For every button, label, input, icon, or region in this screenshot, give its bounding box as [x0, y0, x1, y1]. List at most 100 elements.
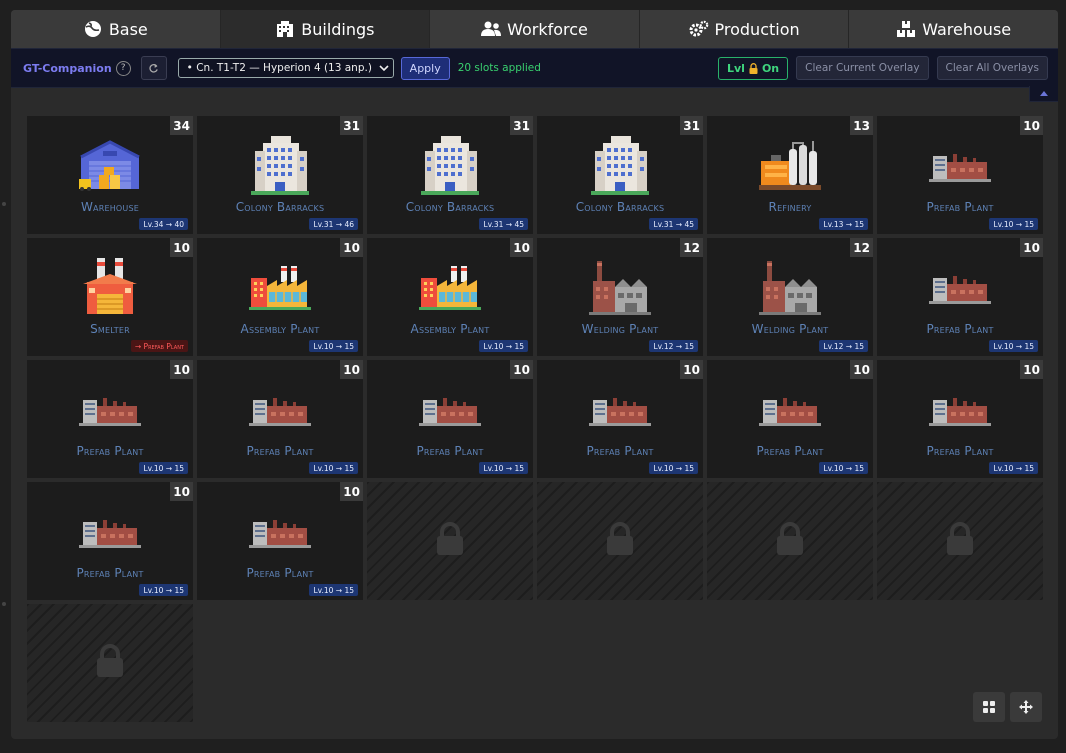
companion-panel: Base Buildings Workforce Production Warehous… — [11, 10, 1058, 739]
chevron-down-icon — [379, 64, 389, 71]
boxes-icon — [896, 19, 916, 39]
users-icon — [481, 19, 502, 39]
building-name: Welding Plant — [751, 322, 829, 336]
building-level-count: 31 — [510, 116, 533, 135]
level-range-badge: Lv.10 → 15 — [479, 462, 528, 474]
building-slot[interactable]: 34 Warehouse Lv.34 → 40 — [27, 116, 193, 234]
lvl-toggle-button[interactable]: Lvl On — [718, 56, 789, 80]
prefab-plant-icon — [927, 380, 993, 438]
clear-current-overlay-button[interactable]: Clear Current Overlay — [796, 56, 929, 80]
building-slot[interactable]: 10 Prefab Plant Lv.10 → 15 — [877, 238, 1043, 356]
building-name: Colony Barracks — [575, 200, 665, 214]
building-slot[interactable]: 31 Colony Barracks Lv.31 → 46 — [197, 116, 363, 234]
level-range-badge: Lv.10 → 15 — [989, 462, 1038, 474]
edge-dot — [2, 602, 6, 606]
locked-slot[interactable] — [537, 482, 703, 600]
refresh-button[interactable] — [140, 56, 167, 80]
prefab-plant-icon — [77, 380, 143, 438]
building-level-count: 10 — [170, 482, 193, 501]
building-name: Prefab Plant — [926, 322, 994, 336]
level-range-badge: Lv.31 → 46 — [309, 218, 358, 230]
tab-buildings[interactable]: Buildings — [220, 10, 431, 48]
building-name: Prefab Plant — [76, 566, 144, 580]
building-name: Prefab Plant — [246, 566, 314, 580]
building-slot[interactable]: 10 Assembly Plant Lv.10 → 15 — [367, 238, 533, 356]
prefab-plant-icon — [927, 258, 993, 316]
assembly-plant-icon — [417, 258, 483, 316]
grid-view-button[interactable] — [973, 692, 1005, 722]
prefab-plant-icon — [247, 502, 313, 560]
locked-slot[interactable] — [27, 604, 193, 722]
building-name: Welding Plant — [581, 322, 659, 336]
building-level-count: 10 — [170, 360, 193, 379]
building-level-count: 13 — [850, 116, 873, 135]
tab-bar: Base Buildings Workforce Production Warehous… — [11, 10, 1058, 48]
building-level-count: 10 — [340, 360, 363, 379]
building-name: Prefab Plant — [926, 444, 994, 458]
building-slot-grid: 34 Warehouse Lv.34 → 40 31 Colony Barracks Lv… — [27, 116, 1043, 722]
barracks-icon — [247, 136, 313, 195]
building-level-count: 34 — [170, 116, 193, 135]
building-level-count: 10 — [680, 360, 703, 379]
building-slot[interactable]: 10 Prefab Plant Lv.10 → 15 — [877, 116, 1043, 234]
building-slot[interactable]: 31 Colony Barracks Lv.31 → 45 — [367, 116, 533, 234]
building-name: Colony Barracks — [235, 200, 325, 214]
building-name: Prefab Plant — [416, 444, 484, 458]
tab-label: Production — [714, 19, 800, 39]
barracks-icon — [417, 136, 483, 195]
building-slot[interactable]: 10 Prefab Plant Lv.10 → 15 — [197, 482, 363, 600]
level-range-badge: Lv.10 → 15 — [309, 584, 358, 596]
building-slot[interactable]: 10 Smelter → Prefab Plant — [27, 238, 193, 356]
building-name: Warehouse — [80, 200, 140, 214]
building-slot[interactable]: 10 Prefab Plant Lv.10 → 15 — [367, 360, 533, 478]
building-slot[interactable]: 10 Prefab Plant Lv.10 → 15 — [27, 360, 193, 478]
tab-label: Buildings — [301, 19, 375, 39]
building-level-count: 12 — [850, 238, 873, 257]
building-name: Prefab Plant — [246, 444, 314, 458]
building-slot[interactable]: 12 Welding Plant Lv.12 → 15 — [537, 238, 703, 356]
level-range-badge: Lv.12 → 15 — [649, 340, 698, 352]
building-name: Assembly Plant — [240, 322, 320, 336]
prefab-plant-icon — [587, 380, 653, 438]
grid-icon — [983, 701, 995, 713]
smelter-icon — [77, 258, 143, 316]
move-icon — [1019, 700, 1033, 714]
building-slot[interactable]: 10 Prefab Plant Lv.10 → 15 — [27, 482, 193, 600]
building-slot[interactable]: 12 Welding Plant Lv.12 → 15 — [707, 238, 873, 356]
welding-plant-icon — [757, 258, 823, 316]
building-name: Smelter — [90, 322, 130, 336]
building-level-count: 10 — [510, 238, 533, 257]
building-slot[interactable]: 10 Prefab Plant Lv.10 → 15 — [197, 360, 363, 478]
globe-icon — [83, 19, 103, 39]
building-slot[interactable]: 10 Prefab Plant Lv.10 → 15 — [707, 360, 873, 478]
building-slot[interactable]: 13 Refinery Lv.13 → 15 — [707, 116, 873, 234]
building-level-count: 31 — [680, 116, 703, 135]
tab-production[interactable]: Production — [639, 10, 850, 48]
building-level-count: 10 — [340, 238, 363, 257]
building-slot[interactable]: 10 Assembly Plant Lv.10 → 15 — [197, 238, 363, 356]
padlock-icon — [95, 644, 125, 682]
locked-slot[interactable] — [707, 482, 873, 600]
building-name: Prefab Plant — [586, 444, 654, 458]
collapse-toolbar-button[interactable] — [1029, 86, 1058, 102]
clear-all-overlays-button[interactable]: Clear All Overlays — [936, 56, 1048, 80]
move-button[interactable] — [1010, 692, 1042, 722]
building-slot[interactable]: 10 Prefab Plant Lv.10 → 15 — [877, 360, 1043, 478]
level-range-badge: Lv.10 → 15 — [309, 340, 358, 352]
building-slot[interactable]: 10 Prefab Plant Lv.10 → 15 — [537, 360, 703, 478]
tab-base[interactable]: Base — [11, 10, 221, 48]
locked-slot[interactable] — [367, 482, 533, 600]
tab-warehouse[interactable]: Warehouse — [849, 10, 1058, 48]
building-name: Refinery — [768, 200, 812, 214]
tab-workforce[interactable]: Workforce — [430, 10, 640, 48]
help-icon[interactable]: ? — [115, 60, 131, 76]
apply-button[interactable]: Apply — [400, 56, 450, 80]
padlock-icon — [775, 522, 805, 560]
locked-slot[interactable] — [877, 482, 1043, 600]
layout-select[interactable]: • Cn. T1-T2 — Hyperion 4 (13 anp.) — [177, 58, 394, 78]
building-level-count: 12 — [680, 238, 703, 257]
brand-label: GT-Companion — [23, 61, 112, 75]
building-name: Assembly Plant — [410, 322, 490, 336]
padlock-icon — [435, 522, 465, 560]
building-slot[interactable]: 31 Colony Barracks Lv.31 → 45 — [537, 116, 703, 234]
